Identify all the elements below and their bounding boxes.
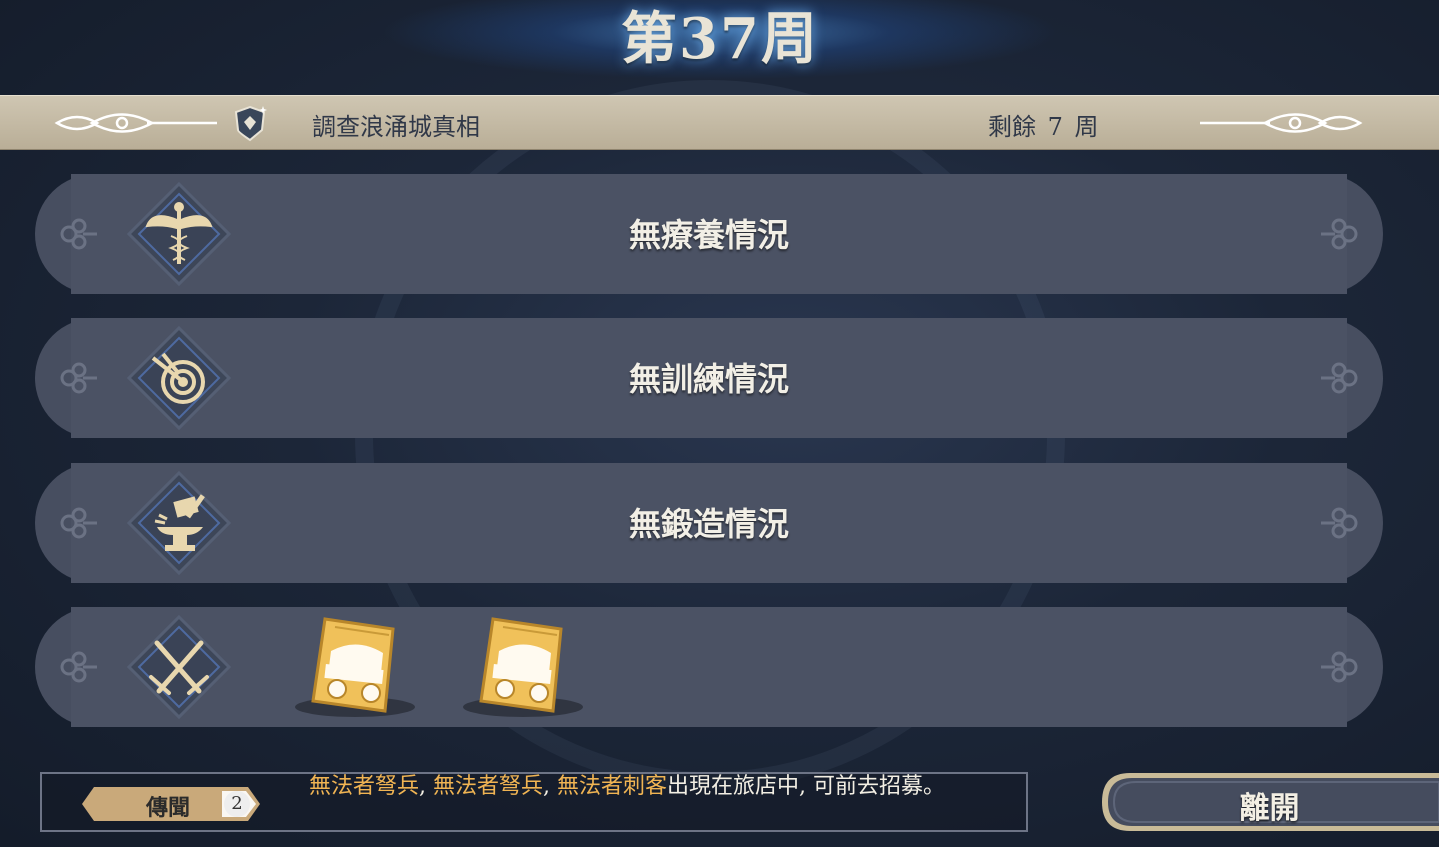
shield-quest-icon — [234, 105, 267, 142]
status-row-training[interactable]: 無訓練情況 — [35, 318, 1383, 438]
status-row-forging[interactable]: 無鍛造情況 — [35, 463, 1383, 583]
fleur-icon — [1321, 507, 1358, 539]
separator: , — [419, 774, 434, 799]
rumor-label: 傳聞 — [146, 795, 191, 821]
unit-name: 無法者弩兵 — [309, 774, 420, 799]
row-label: 無訓練情況 — [628, 360, 789, 398]
fleur-icon — [60, 651, 97, 683]
row-label: 無鍛造情況 — [628, 505, 789, 543]
wagon-card-icon[interactable] — [285, 607, 415, 727]
unit-name: 無法者弩兵 — [433, 774, 544, 799]
fleur-icon — [1321, 362, 1358, 394]
wagon-card-icon[interactable] — [453, 607, 583, 727]
status-row-healing[interactable]: 無療養情況 — [35, 174, 1383, 294]
quest-remaining: 剩餘 7 周 — [988, 113, 1099, 141]
crossed-swords-icon — [126, 614, 232, 720]
rumor-count-badge: 2 — [224, 791, 250, 817]
fleur-icon — [1321, 218, 1358, 250]
ornament-left-icon — [54, 113, 217, 133]
leave-button-label: 離開 — [1239, 791, 1300, 826]
status-row-recruit[interactable] — [35, 607, 1383, 727]
fleur-icon — [1321, 651, 1358, 683]
unit-name: 無法者刺客 — [557, 774, 668, 799]
quest-bar[interactable]: 調查浪涌城真相 剩餘 7 周 — [0, 95, 1439, 150]
quest-name: 調查浪涌城真相 — [312, 113, 480, 141]
row-label: 無療養情況 — [628, 216, 789, 254]
rumor-text: 無法者弩兵, 無法者弩兵, 無法者刺客出現在旅店中, 可前去招募。 — [309, 771, 969, 803]
ornament-right-icon — [1200, 113, 1363, 133]
week-title: 第37周 — [621, 6, 819, 72]
separator: , — [543, 774, 558, 799]
rumor-message: 出現在旅店中, 可前去招募。 — [667, 774, 946, 799]
